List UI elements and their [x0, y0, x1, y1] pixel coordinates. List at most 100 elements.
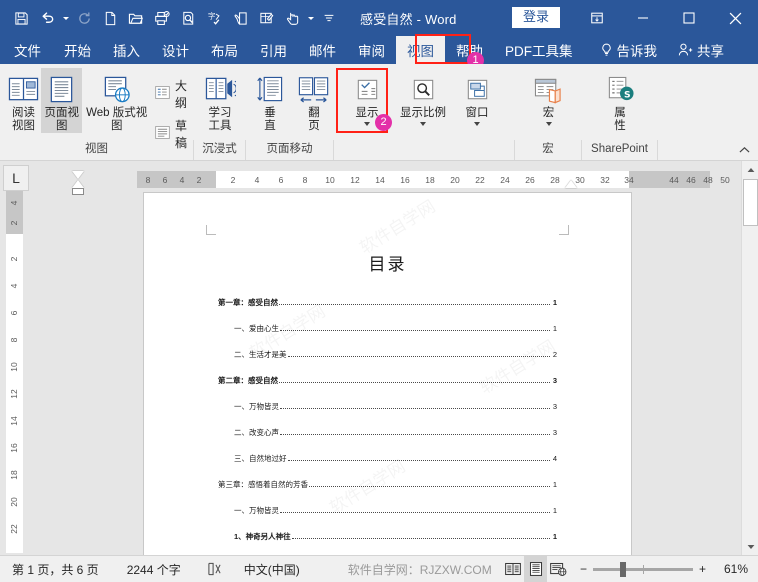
hanging-indent-marker[interactable]: [72, 180, 84, 188]
close-button[interactable]: [712, 0, 758, 36]
read-mode-view-button[interactable]: [502, 556, 525, 582]
scroll-down-arrow-icon[interactable]: [742, 538, 758, 555]
vruler-num: 22: [9, 524, 19, 534]
tab-layout[interactable]: 布局: [200, 36, 249, 64]
margin-mark-top-right: [559, 225, 569, 235]
web-layout-button[interactable]: Web 版式视图: [82, 68, 151, 133]
toc-entry-page: 4: [552, 454, 557, 463]
zoom-dropdown-icon[interactable]: [420, 122, 426, 126]
learning-tools-button[interactable]: 学习 工具: [198, 68, 242, 133]
macros-button[interactable]: 宏: [527, 68, 571, 126]
hruler-num: 16: [400, 175, 410, 185]
print-layout-view-button[interactable]: [524, 555, 548, 582]
tab-view[interactable]: 视图: [396, 36, 445, 64]
tab-stop-selector[interactable]: L: [3, 165, 29, 191]
tab-design[interactable]: 设计: [151, 36, 200, 64]
ribbon-group-label-blank: [334, 140, 515, 160]
tell-me-box[interactable]: 告诉我: [584, 36, 669, 64]
window-button[interactable]: 窗口: [452, 68, 502, 126]
touch-mode-icon[interactable]: [227, 5, 253, 31]
vertical-scrollbar-thumb[interactable]: [743, 179, 758, 226]
watermark-note: 软件自学网：RJZXW.COM: [347, 562, 492, 577]
zoom-percentage[interactable]: 61%: [712, 562, 748, 576]
left-indent-box-marker[interactable]: [72, 188, 84, 195]
right-indent-marker[interactable]: [565, 180, 577, 188]
minimize-button[interactable]: [620, 0, 666, 36]
toc-entry[interactable]: 一、万物皆灵 1: [218, 505, 557, 516]
zoom-out-button[interactable]: −: [580, 562, 587, 576]
quick-print-icon[interactable]: [149, 5, 175, 31]
hruler-num: 50: [720, 175, 730, 185]
toc-entry[interactable]: 三、自然地过好 4: [218, 453, 557, 464]
zoom-slider-thumb[interactable]: [619, 561, 626, 577]
ribbon-group-label-immersive: 沉浸式: [194, 140, 246, 160]
language-indicator[interactable]: 中文(中国): [232, 556, 310, 582]
read-mode-button[interactable]: 阅读 视图: [6, 68, 41, 133]
toc-entry[interactable]: 一、万物皆灵 3: [218, 401, 557, 412]
page-indicator[interactable]: 第 1 页，共 6 页: [0, 556, 109, 582]
tab-home[interactable]: 开始: [53, 36, 102, 64]
toc-entry[interactable]: 二、改变心声 3: [218, 427, 557, 438]
outline-view-button[interactable]: 大纲: [151, 74, 194, 114]
tab-file[interactable]: 文件: [0, 36, 53, 64]
draw-table-icon[interactable]: [253, 5, 279, 31]
sharepoint-properties-label: 属 性: [614, 107, 626, 132]
word-count[interactable]: 2244 个字: [109, 556, 191, 582]
tab-references[interactable]: 引用: [249, 36, 298, 64]
first-line-indent-marker[interactable]: [72, 171, 84, 179]
spelling-check-icon[interactable]: 字: [201, 5, 227, 31]
tab-insert[interactable]: 插入: [102, 36, 151, 64]
tab-mailings[interactable]: 邮件: [298, 36, 347, 64]
hruler-num: 4: [179, 175, 185, 185]
outline-icon: [155, 86, 170, 102]
toc-entry[interactable]: 第一章：感受自然 1: [218, 297, 557, 308]
tab-review[interactable]: 审阅: [347, 36, 396, 64]
horizontal-ruler-numbers: 8 6 4 2 2 4 6 8 10 12 14 16 18 20 22 24 …: [137, 171, 730, 188]
show-dropdown-icon[interactable]: [364, 122, 370, 126]
undo-dropdown-icon[interactable]: [60, 5, 71, 31]
scroll-up-arrow-icon[interactable]: [742, 161, 758, 178]
zoom-group-button[interactable]: 显示比例: [394, 68, 452, 126]
hruler-num: 32: [600, 175, 610, 185]
redo-icon[interactable]: [71, 5, 97, 31]
vertical-ruler[interactable]: 4 2 2 4 6 8 10 12 14 16 18 20 22: [6, 191, 23, 553]
maximize-button[interactable]: [666, 0, 712, 36]
pointer-icon[interactable]: [279, 5, 305, 31]
hruler-num: 28: [550, 175, 560, 185]
vertical-scroll-button[interactable]: 垂 直: [250, 68, 290, 133]
macros-dropdown-icon[interactable]: [545, 122, 552, 126]
toc-entry[interactable]: 1、神奇另人神往 1: [218, 531, 557, 542]
proofing-errors-icon[interactable]: [191, 556, 232, 582]
web-layout-view-button[interactable]: [547, 556, 570, 582]
vertical-scrollbar-track[interactable]: [742, 178, 758, 538]
toc-entry[interactable]: 二、生活才是美 2: [218, 349, 557, 360]
toc-entry[interactable]: 一、爱由心生 1: [218, 323, 557, 334]
save-icon[interactable]: [8, 5, 34, 31]
macros-icon: [533, 71, 564, 105]
print-preview-icon[interactable]: [175, 5, 201, 31]
zoom-slider[interactable]: [592, 561, 693, 577]
collapse-ribbon-button[interactable]: [736, 142, 752, 158]
print-layout-icon: [47, 71, 76, 105]
zoom-in-button[interactable]: +: [699, 562, 706, 576]
horizontal-ruler[interactable]: 8 6 4 2 2 4 6 8 10 12 14 16 18 20 22 24 …: [137, 171, 730, 188]
customize-qat-icon[interactable]: [316, 5, 342, 31]
window-dropdown-icon[interactable]: [474, 122, 480, 126]
toc-entry[interactable]: 第三章：感悟着自然的芳香 1: [218, 479, 557, 490]
open-folder-icon[interactable]: [123, 5, 149, 31]
pointer-dropdown-icon[interactable]: [305, 5, 316, 31]
document-page[interactable]: 软件自学网 软件自学网 软件自学网 软件自学网 目录 第一章：感受自然 1 一、…: [144, 193, 631, 555]
side-to-side-button[interactable]: 翻 页: [294, 68, 334, 133]
sharepoint-properties-button[interactable]: S 属 性: [598, 68, 642, 133]
share-button[interactable]: 共享: [668, 36, 735, 64]
print-layout-button[interactable]: 页面视图: [41, 68, 83, 133]
tab-pdf-tools[interactable]: PDF工具集: [494, 36, 584, 64]
web-layout-icon: [102, 71, 132, 105]
undo-icon[interactable]: [34, 5, 60, 31]
sign-in-button[interactable]: 登录: [512, 7, 561, 28]
toc-entry[interactable]: 第二章：感受自然 3: [218, 375, 557, 386]
new-document-icon[interactable]: [97, 5, 123, 31]
ribbon-display-options-button[interactable]: [574, 0, 620, 36]
toc-leader-dots: [280, 434, 550, 435]
vertical-scrollbar[interactable]: [741, 161, 758, 555]
